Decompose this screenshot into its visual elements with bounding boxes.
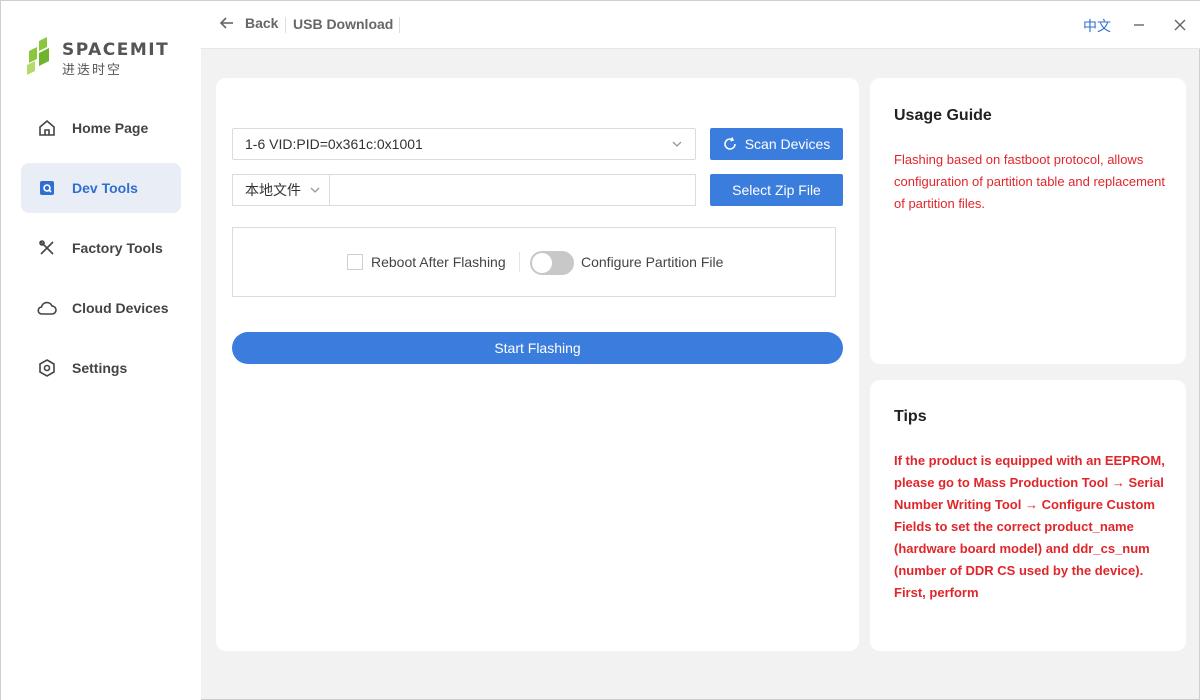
usage-guide-text: Flashing based on fastboot protocol, all… [894,152,1166,211]
sidebar-item-dev-tools[interactable]: Dev Tools [21,163,181,213]
usage-guide-card: Usage Guide Flashing based on fastboot p… [870,78,1186,364]
file-path-input[interactable] [330,174,696,206]
spacemit-logo-icon [27,37,49,75]
source-select-value: 本地文件 [245,182,301,198]
sidebar-item-label: Settings [72,360,128,376]
logo: SPACEMIT 进迭时空 [25,37,185,81]
back-button[interactable]: Back [219,15,278,31]
tips-card: Tips If the product is equipped with an … [870,380,1186,651]
usage-guide-title: Usage Guide [894,107,992,124]
cloud-icon [37,298,57,318]
logo-text: SPACEMIT [62,40,170,60]
configure-partition-toggle[interactable] [530,251,574,275]
settings-icon [37,358,57,378]
sidebar-item-factory-tools[interactable]: Factory Tools [21,223,181,273]
header-bar: Back USB Download 中文 [201,1,1200,49]
device-select-value: 1-6 VID:PID=0x361c:0x1001 [245,136,423,152]
select-zip-file-button[interactable]: Select Zip File [710,174,843,206]
sidebar-item-cloud-devices[interactable]: Cloud Devices [21,283,181,333]
close-icon [1174,19,1186,31]
tips-text: If the product is equipped with an EEPRO… [894,453,1165,600]
flash-options: Reboot After Flashing Configure Partitio… [232,227,836,297]
minimize-icon [1134,24,1144,26]
home-icon [37,118,57,138]
header-divider [285,17,286,33]
sidebar-item-settings[interactable]: Settings [21,343,181,393]
sidebar-item-label: Factory Tools [72,240,163,256]
refresh-icon [723,137,737,151]
chevron-down-icon [672,141,682,147]
arrow-left-icon [219,17,233,29]
minimize-button[interactable] [1129,15,1149,35]
toggle-knob [532,253,552,273]
sidebar-item-label: Home Page [72,120,149,136]
sidebar-item-home[interactable]: Home Page [21,103,181,153]
tools-icon [37,238,57,258]
sidebar-nav: Home Page Dev Tools Factory Tools Cloud … [21,103,181,403]
reboot-after-flashing-checkbox[interactable] [347,254,363,270]
device-select[interactable]: 1-6 VID:PID=0x361c:0x1001 [232,128,696,160]
reboot-after-flashing-label: Reboot After Flashing [371,254,506,270]
configure-partition-label: Configure Partition File [581,254,724,270]
sidebar-item-label: Cloud Devices [72,300,169,316]
scan-devices-button[interactable]: Scan Devices [710,128,843,160]
dev-tools-icon [37,178,57,198]
back-label: Back [245,15,279,31]
logo-subtext: 进迭时空 [62,63,123,78]
header-divider [399,17,400,33]
source-select[interactable]: 本地文件 [232,174,330,206]
sidebar: SPACEMIT 进迭时空 Home Page Dev Tools Factor… [1,1,201,700]
options-divider [519,252,520,272]
tips-title: Tips [894,408,927,425]
scan-devices-label: Scan Devices [744,136,831,152]
close-button[interactable] [1170,15,1190,35]
language-switch[interactable]: 中文 [1083,16,1111,36]
app-window: SPACEMIT 进迭时空 Home Page Dev Tools Factor… [0,0,1200,700]
chevron-down-icon [310,187,320,193]
start-flashing-button[interactable]: Start Flashing [232,332,843,364]
sidebar-item-label: Dev Tools [72,180,138,196]
page-title: USB Download [293,16,394,32]
flash-panel: 1-6 VID:PID=0x361c:0x1001 Scan Devices 本… [216,78,859,651]
